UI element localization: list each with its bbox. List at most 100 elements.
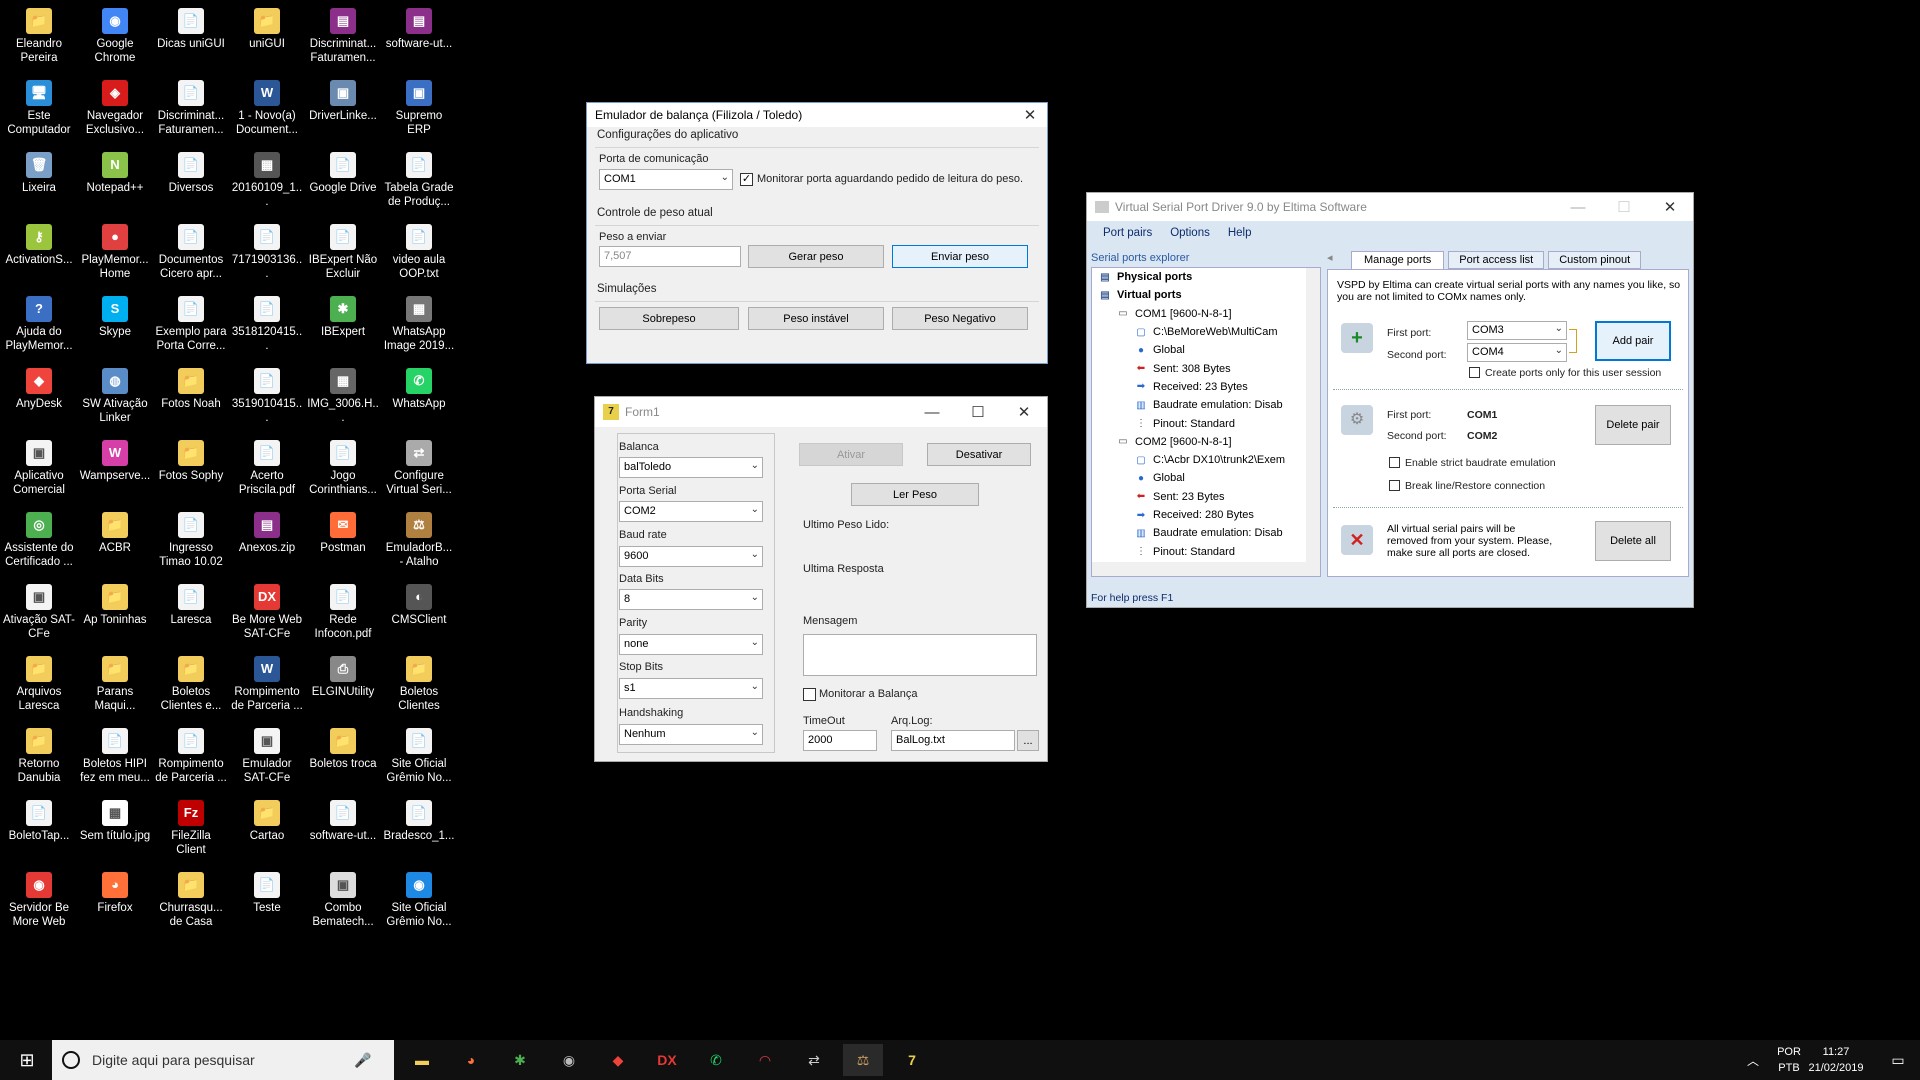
- maximize-icon[interactable]: ☐: [955, 397, 1001, 427]
- add-pair-button[interactable]: Add pair: [1595, 321, 1671, 361]
- desktop-icon[interactable]: 📄 7171903136...: [230, 218, 304, 281]
- desktop-icon[interactable]: W 1 - Novo(a) Document...: [230, 74, 304, 137]
- desktop-icon[interactable]: ✱ IBExpert: [306, 290, 380, 339]
- menu-port-pairs[interactable]: Port pairs: [1103, 227, 1152, 239]
- tabs-scroll-left-icon[interactable]: ◂: [1327, 251, 1347, 269]
- unstable-weight-button[interactable]: Peso instável: [748, 307, 884, 330]
- desktop-icon[interactable]: 📁 Cartao: [230, 794, 304, 843]
- desktop-icon[interactable]: 📄 3519010415...: [230, 362, 304, 425]
- file-explorer-icon[interactable]: ▬: [402, 1044, 442, 1076]
- microphone-icon[interactable]: 🎤: [354, 1052, 394, 1069]
- break-line-checkbox[interactable]: [1389, 480, 1400, 491]
- start-windows-icon[interactable]: ⊞: [4, 1044, 50, 1076]
- desktop-icon[interactable]: 📁 Boletos troca: [306, 722, 380, 771]
- clock[interactable]: 11:27 21/02/2019: [1796, 1044, 1876, 1076]
- tree-item[interactable]: ⬅ Sent: 308 Bytes: [1092, 359, 1306, 377]
- arqlog-input[interactable]: BalLog.txt: [891, 730, 1015, 751]
- desktop-icon[interactable]: ▣ Supremo ERP: [382, 74, 456, 137]
- whatsapp-icon[interactable]: ✆: [696, 1044, 736, 1076]
- second-port-select[interactable]: COM4 ⌄: [1467, 343, 1567, 362]
- desktop-icon[interactable]: ⚖ EmuladorB... - Atalho: [382, 506, 456, 569]
- tab-manage-ports[interactable]: Manage ports: [1351, 251, 1445, 269]
- bemoreweb-icon[interactable]: DX: [647, 1044, 687, 1076]
- close-icon[interactable]: ✕: [1647, 193, 1693, 221]
- desktop-icon[interactable]: 📁 Churrasqu... de Casa: [154, 866, 228, 929]
- desktop-icon[interactable]: 📄 Documentos Cicero apr...: [154, 218, 228, 281]
- tree-item[interactable]: ⬅ Sent: 23 Bytes: [1092, 488, 1306, 506]
- desktop-icon[interactable]: ◍ SW Ativação Linker: [78, 362, 152, 425]
- desktop-icon[interactable]: 📄 Discriminat... Faturamen...: [154, 74, 228, 137]
- balanca-select[interactable]: balToledo ⌄: [619, 457, 763, 478]
- tree-item[interactable]: ▭ COM2 [9600-N-8-1]: [1092, 433, 1306, 451]
- timeout-input[interactable]: 2000: [803, 730, 877, 751]
- desktop-icon[interactable]: 📄 software-ut...: [306, 794, 380, 843]
- desktop-icon[interactable]: ▣ Ativação SAT-CFe: [2, 578, 76, 641]
- headset-icon[interactable]: ◠: [745, 1044, 785, 1076]
- form1-titlebar[interactable]: 7 Form1 — ☐ ✕: [595, 397, 1047, 427]
- desktop-icon[interactable]: S Skype: [78, 290, 152, 339]
- desktop-icon[interactable]: ◎ Assistente do Certificado ...: [2, 506, 76, 569]
- vspd-titlebar[interactable]: Virtual Serial Port Driver 9.0 by Eltima…: [1087, 193, 1693, 221]
- desktop-icon[interactable]: ⎙ ELGINUtility: [306, 650, 380, 699]
- desktop-icon[interactable]: 📄 Ingresso Timao 10.02: [154, 506, 228, 569]
- tree-item[interactable]: ▭ COM1 [9600-N-8-1]: [1092, 305, 1306, 323]
- minimize-icon[interactable]: —: [1555, 193, 1601, 221]
- desktop-icon[interactable]: 📄 video aula OOP.txt: [382, 218, 456, 281]
- desktop-icon[interactable]: 📁 Eleandro Pereira: [2, 2, 76, 65]
- firefox-icon[interactable]: ◕: [451, 1044, 491, 1076]
- handshake-select[interactable]: Nenhum ⌄: [619, 724, 763, 745]
- desktop-icon[interactable]: 📁 Fotos Sophy: [154, 434, 228, 483]
- desktop-icon[interactable]: 📁 Arquivos Laresca: [2, 650, 76, 713]
- desktop-icon[interactable]: 🖥 Este Computador: [2, 74, 76, 137]
- desktop-icon[interactable]: 📄 Boletos HIPI fez em meu...: [78, 722, 152, 785]
- desktop-icon[interactable]: 📁 Retorno Danubia: [2, 722, 76, 785]
- emulator-taskbar-icon[interactable]: ⚖: [843, 1044, 883, 1076]
- stopbits-select[interactable]: s1 ⌄: [619, 678, 763, 699]
- tab-custom-pinout[interactable]: Custom pinout: [1548, 251, 1642, 269]
- tree-item[interactable]: ➡ Received: 280 Bytes: [1092, 506, 1306, 524]
- desktop-icon[interactable]: ⚷ ActivationS...: [2, 218, 76, 267]
- delete-all-button[interactable]: Delete all: [1595, 521, 1671, 561]
- desktop-icon[interactable]: 📁 Fotos Noah: [154, 362, 228, 411]
- desktop-icon[interactable]: ⇄ Configure Virtual Seri...: [382, 434, 456, 497]
- desktop-icon[interactable]: ▤ Discriminat... Faturamen...: [306, 2, 380, 65]
- tab-port-access[interactable]: Port access list: [1448, 251, 1545, 269]
- close-icon[interactable]: ✕: [1013, 103, 1047, 127]
- desktop-icon[interactable]: ? Ajuda do PlayMemor...: [2, 290, 76, 353]
- tree-item[interactable]: ▢ C:\Acbr DX10\trunk2\Exem: [1092, 451, 1306, 469]
- overweight-button[interactable]: Sobrepeso: [599, 307, 739, 330]
- gen-weight-button[interactable]: Gerar peso: [748, 245, 884, 268]
- desktop-icon[interactable]: 📄 Jogo Corinthians...: [306, 434, 380, 497]
- desktop-icon[interactable]: ▦ WhatsApp Image 2019...: [382, 290, 456, 353]
- desktop-icon[interactable]: 📁 Boletos Clientes e...: [154, 650, 228, 713]
- databits-select[interactable]: 8 ⌄: [619, 589, 763, 610]
- desktop-icon[interactable]: 📄 3518120415...: [230, 290, 304, 353]
- monitorar-checkbox[interactable]: [803, 688, 816, 701]
- tree-item[interactable]: ▤ Physical ports: [1092, 268, 1306, 286]
- desktop-icon[interactable]: 📄 Rompimento de Parceria ...: [154, 722, 228, 785]
- user-session-checkbox[interactable]: [1469, 367, 1480, 378]
- desktop-icon[interactable]: 🗑 Lixeira: [2, 146, 76, 195]
- desktop-icon[interactable]: W Wampserve...: [78, 434, 152, 483]
- send-weight-button[interactable]: Enviar peso: [892, 245, 1028, 268]
- strict-baud-checkbox[interactable]: [1389, 457, 1400, 468]
- desktop-icon[interactable]: DX Be More Web SAT-CFe: [230, 578, 304, 641]
- desktop-icon[interactable]: ▤ software-ut...: [382, 2, 456, 51]
- weight-input[interactable]: 7,507: [599, 246, 741, 267]
- desktop-icon[interactable]: ✆ WhatsApp: [382, 362, 456, 411]
- tree-item[interactable]: ⋮ Pinout: Standard: [1092, 414, 1306, 432]
- anydesk-icon[interactable]: ◆: [598, 1044, 638, 1076]
- tree-item[interactable]: ➡ Received: 23 Bytes: [1092, 378, 1306, 396]
- mensagem-textarea[interactable]: [803, 634, 1037, 676]
- minimize-icon[interactable]: —: [909, 397, 955, 427]
- baud-select[interactable]: 9600 ⌄: [619, 546, 763, 567]
- desktop-icon[interactable]: 📁 ACBR: [78, 506, 152, 555]
- desativar-button[interactable]: Desativar: [927, 443, 1031, 466]
- desktop-icon[interactable]: ◉ Servidor Be More Web: [2, 866, 76, 929]
- desktop-icon[interactable]: 📄 Exemplo para Porta Corre...: [154, 290, 228, 353]
- desktop-icon[interactable]: ◆ AnyDesk: [2, 362, 76, 411]
- desktop-icon[interactable]: 📄 Rede Infocon.pdf: [306, 578, 380, 641]
- desktop-icon[interactable]: ▣ Emulador SAT-CFe: [230, 722, 304, 785]
- desktop-icon[interactable]: 📄 Diversos: [154, 146, 228, 195]
- desktop-icon[interactable]: W Rompimento de Parceria ...: [230, 650, 304, 713]
